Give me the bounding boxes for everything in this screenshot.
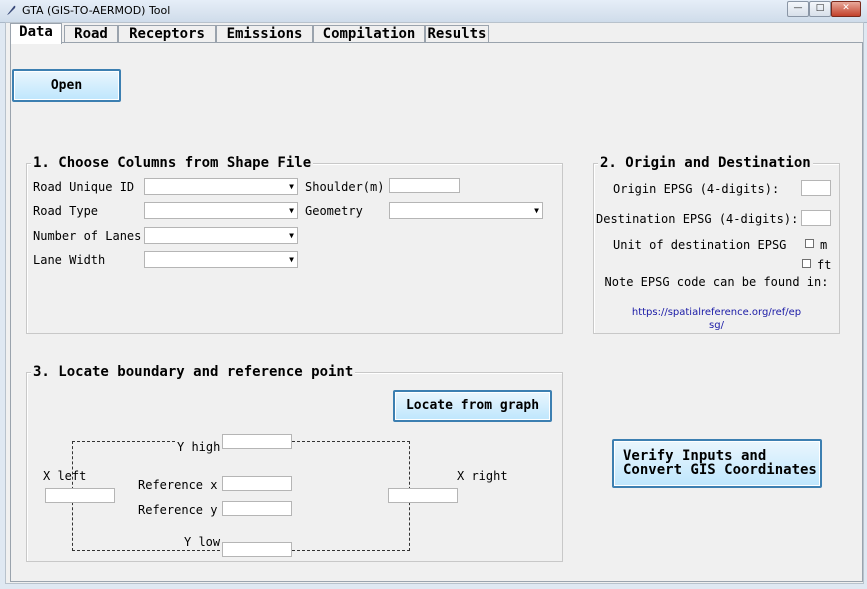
destination-epsg-input[interactable] xyxy=(801,210,831,226)
spatialreference-link[interactable]: https://spatialreference.org/ref/ep sg/ xyxy=(594,306,839,332)
reference-x-label: Reference x xyxy=(138,478,218,492)
locate-boundary-group: 3. Locate boundary and reference point L… xyxy=(26,364,563,562)
reference-x-input[interactable] xyxy=(222,476,292,491)
dropdown-arrow-icon: ▼ xyxy=(289,231,294,240)
unit-destination-label: Unit of destination EPSG xyxy=(613,238,787,252)
geometry-select[interactable]: ▼ xyxy=(389,202,543,219)
tab-road[interactable]: Road xyxy=(64,25,118,43)
y-high-input[interactable] xyxy=(222,434,292,449)
road-type-select[interactable]: ▼ xyxy=(144,202,298,219)
dropdown-arrow-icon: ▼ xyxy=(289,255,294,264)
verify-button-line1: Verify Inputs and xyxy=(623,448,767,464)
section3-title: 3. Locate boundary and reference point xyxy=(31,364,356,380)
road-unique-id-label: Road Unique ID xyxy=(33,180,135,194)
open-button[interactable]: Open xyxy=(12,69,121,102)
x-left-label: X left xyxy=(43,469,87,483)
tab-results[interactable]: Results xyxy=(425,25,489,43)
title-bar: GTA (GIS-TO-AERMOD) Tool — □ ✕ xyxy=(0,0,867,23)
geometry-label: Geometry xyxy=(305,204,363,218)
verify-convert-button[interactable]: Verify Inputs and Convert GIS Coordinate… xyxy=(612,439,822,488)
road-unique-id-select[interactable]: ▼ xyxy=(144,178,298,195)
y-high-label: Y high xyxy=(175,440,223,454)
dropdown-arrow-icon: ▼ xyxy=(289,206,294,215)
close-button[interactable]: ✕ xyxy=(831,1,861,17)
road-type-label: Road Type xyxy=(33,204,99,218)
origin-epsg-input[interactable] xyxy=(801,180,831,196)
dropdown-arrow-icon: ▼ xyxy=(289,182,294,191)
x-right-label: X right xyxy=(457,469,508,483)
epsg-note: Note EPSG code can be found in: xyxy=(604,275,829,289)
shoulder-label: Shoulder(m) xyxy=(305,180,385,194)
number-of-lanes-label: Number of Lanes xyxy=(33,229,142,243)
tab-emissions[interactable]: Emissions xyxy=(216,25,313,43)
section1-title: 1. Choose Columns from Shape File xyxy=(31,155,314,171)
link-text-line2: sg/ xyxy=(709,320,724,331)
section2-title: 2. Origin and Destination xyxy=(598,155,813,171)
tab-receptors[interactable]: Receptors xyxy=(118,25,216,43)
maximize-button[interactable]: □ xyxy=(809,1,831,17)
link-text-line1: https://spatialreference.org/ref/ep xyxy=(631,307,802,318)
origin-destination-group: 2. Origin and Destination Origin EPSG (4… xyxy=(593,155,840,334)
verify-button-line2: Convert GIS Coordinates xyxy=(623,462,817,478)
unit-m-label: m xyxy=(820,238,828,252)
feather-app-icon xyxy=(7,5,16,15)
boundary-outline xyxy=(72,441,410,551)
shoulder-input[interactable] xyxy=(389,178,460,193)
y-low-input[interactable] xyxy=(222,542,292,557)
data-tab-panel: Open 1. Choose Columns from Shape File R… xyxy=(10,42,863,582)
reference-y-input[interactable] xyxy=(222,501,292,516)
dropdown-arrow-icon: ▼ xyxy=(534,206,539,215)
lane-width-select[interactable]: ▼ xyxy=(144,251,298,268)
lane-width-label: Lane Width xyxy=(33,253,106,267)
x-right-input[interactable] xyxy=(388,488,458,503)
tab-data[interactable]: Data xyxy=(10,23,62,44)
tab-compilation[interactable]: Compilation xyxy=(313,25,425,43)
locate-from-graph-button[interactable]: Locate from graph xyxy=(393,390,552,422)
y-low-label: Y low xyxy=(182,535,223,549)
unit-ft-checkbox[interactable] xyxy=(802,259,811,268)
window-title: GTA (GIS-TO-AERMOD) Tool xyxy=(22,4,171,17)
origin-epsg-label: Origin EPSG (4-digits): xyxy=(613,182,780,196)
reference-y-label: Reference y xyxy=(138,503,218,517)
unit-ft-label: ft xyxy=(817,258,832,272)
choose-columns-group: 1. Choose Columns from Shape File Road U… xyxy=(26,155,563,334)
destination-epsg-label: Destination EPSG (4-digits): xyxy=(596,212,799,226)
minimize-button[interactable]: — xyxy=(787,1,809,17)
unit-m-checkbox[interactable] xyxy=(805,239,814,248)
number-of-lanes-select[interactable]: ▼ xyxy=(144,227,298,244)
x-left-input[interactable] xyxy=(45,488,115,503)
